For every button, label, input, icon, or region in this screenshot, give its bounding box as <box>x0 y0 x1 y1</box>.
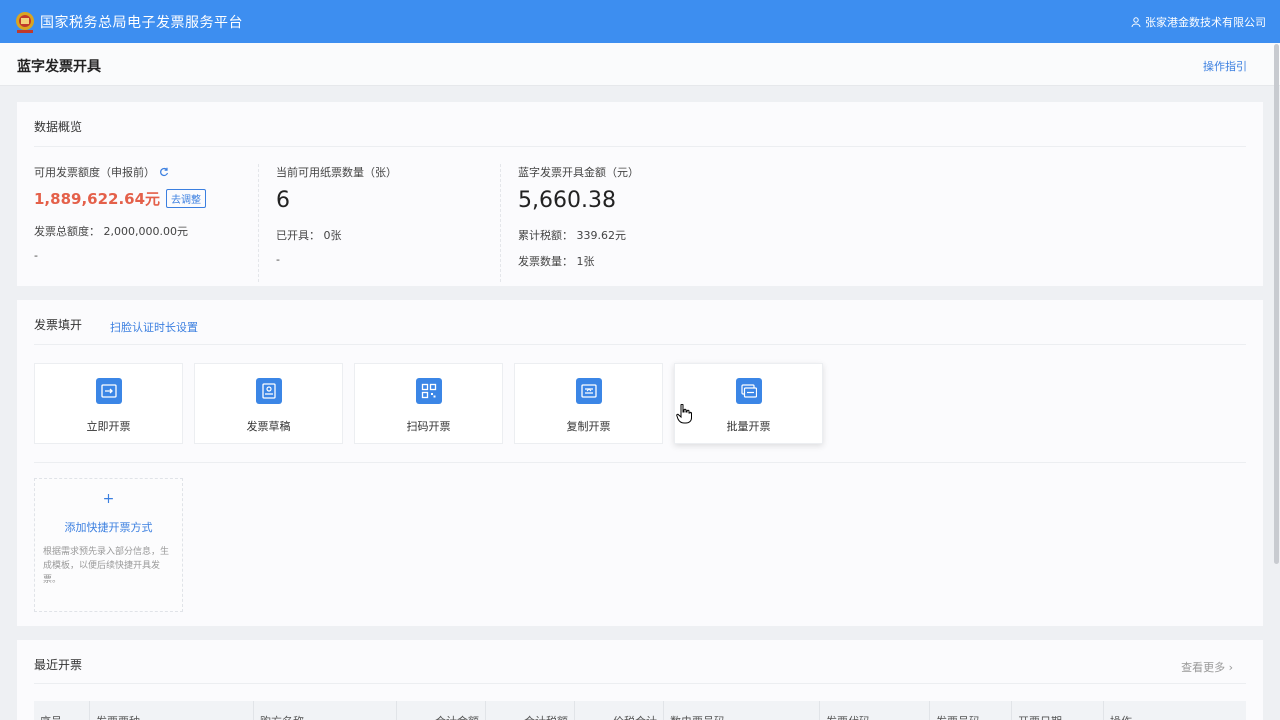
data-overview-card: 数据概览 可用发票额度（申报前） 1,889,622.64元 去调整 发票总额度… <box>17 102 1263 286</box>
chevron-right-icon: › <box>1228 661 1233 674</box>
column-header: 数电票号码 <box>664 701 820 720</box>
add-quick-issue-label: 添加快捷开票方式 <box>64 521 153 534</box>
hand-cursor-icon <box>676 403 692 427</box>
total-tax-text: 累计税额： 339.62元 <box>518 229 626 242</box>
tile-label: 发票草稿 <box>246 420 291 433</box>
stat-label: 当前可用纸票数量（张） <box>276 166 397 179</box>
divider <box>34 683 1246 684</box>
divider <box>500 164 501 282</box>
stat-label: 蓝字发票开具金额（元） <box>518 166 639 179</box>
blue-invoice-amount: 5,660.38 <box>518 188 616 213</box>
qrcode-icon <box>416 378 442 404</box>
view-more-link[interactable]: 查看更多 › <box>1181 659 1233 675</box>
tile-label: 复制开票 <box>566 420 611 433</box>
total-quota-text: 发票总额度： 2,000,000.00元 <box>34 225 188 238</box>
stat-label: 可用发票额度（申报前） <box>34 166 155 179</box>
refresh-icon[interactable] <box>159 167 169 177</box>
divider <box>34 462 1246 463</box>
invoice-filling-card: 发票填开 扫脸认证时长设置 立即开票 发票草稿 扫码开票 复制开票 批量开票 + <box>17 300 1263 626</box>
tile-batch-issue[interactable]: 批量开票 <box>674 363 823 444</box>
view-more-label: 查看更多 <box>1181 661 1226 674</box>
tile-copy-issue[interactable]: 复制开票 <box>514 363 663 444</box>
column-header: 操作 <box>1104 701 1246 720</box>
ticket-arrow-icon <box>96 378 122 404</box>
divider <box>34 344 1246 345</box>
add-quick-issue-description: 根据需求预先录入部分信息，生成模板，以便后续快捷开具发票。 <box>43 547 170 585</box>
draft-icon <box>256 378 282 404</box>
column-header: 价税合计 <box>575 701 664 720</box>
issued-count-text: 已开具： 0张 <box>276 229 342 242</box>
invoice-count-text: 发票数量： 1张 <box>518 255 595 268</box>
column-header: 购方名称 <box>254 701 397 720</box>
add-quick-issue-tile[interactable]: + 添加快捷开票方式 根据需求预先录入部分信息，生成模板，以便后续快捷开具发票。 <box>34 478 183 612</box>
tax-bureau-logo-icon <box>14 11 36 33</box>
tile-scan-issue[interactable]: 扫码开票 <box>354 363 503 444</box>
invoice-quota-stat: 可用发票额度（申报前） 1,889,622.64元 去调整 发票总额度： 2,0… <box>34 164 254 282</box>
user-menu[interactable]: 张家港金数技术有限公司 <box>1131 14 1266 30</box>
batch-ticket-icon <box>736 378 762 404</box>
adjust-button[interactable]: 去调整 <box>166 189 207 208</box>
page-title: 蓝字发票开具 <box>17 59 101 75</box>
available-quota-value: 1,889,622.64元 <box>34 190 161 208</box>
paper-invoice-count: 6 <box>276 188 290 213</box>
page-scrollbar[interactable] <box>1274 44 1279 564</box>
column-header: 发票票种 <box>90 701 254 720</box>
recent-table-header: 序号 发票票种 购方名称 合计金额 合计税额 价税合计 数电票号码 发票代码 发… <box>34 701 1246 720</box>
page-header: 蓝字发票开具 操作指引 <box>0 43 1280 86</box>
filling-title: 发票填开 <box>34 318 83 332</box>
overview-title: 数据概览 <box>34 120 83 134</box>
divider <box>258 164 259 282</box>
tile-issue-now[interactable]: 立即开票 <box>34 363 183 444</box>
app-title: 国家税务总局电子发票服务平台 <box>40 14 243 31</box>
tile-label: 批量开票 <box>726 420 771 433</box>
tile-invoice-draft[interactable]: 发票草稿 <box>194 363 343 444</box>
blue-invoice-amount-stat: 蓝字发票开具金额（元） 5,660.38 累计税额： 339.62元 发票数量：… <box>518 164 758 282</box>
column-header: 发票代码 <box>820 701 930 720</box>
operation-guide-link[interactable]: 操作指引 <box>1203 58 1247 74</box>
tile-label: 扫码开票 <box>406 420 451 433</box>
divider <box>34 146 1246 147</box>
user-name: 张家港金数技术有限公司 <box>1145 16 1266 29</box>
tile-label: 立即开票 <box>86 420 131 433</box>
face-auth-settings-link[interactable]: 扫脸认证时长设置 <box>110 319 198 335</box>
plus-icon: + <box>102 491 115 507</box>
column-header: 序号 <box>34 701 90 720</box>
stat-placeholder: - <box>276 253 280 266</box>
column-header: 合计金额 <box>397 701 486 720</box>
top-bar: 国家税务总局电子发票服务平台 张家港金数技术有限公司 <box>0 0 1280 43</box>
column-header: 合计税额 <box>486 701 575 720</box>
stat-placeholder: - <box>34 249 38 262</box>
recent-title: 最近开票 <box>34 658 83 672</box>
recent-invoices-card: 最近开票 查看更多 › 序号 发票票种 购方名称 合计金额 合计税额 价税合计 … <box>17 640 1263 720</box>
user-icon <box>1131 17 1141 27</box>
column-header: 开票日期 <box>1012 701 1104 720</box>
paper-invoice-stat: 当前可用纸票数量（张） 6 已开具： 0张 - <box>276 164 496 282</box>
column-header: 发票号码 <box>930 701 1012 720</box>
copy-ticket-icon <box>576 378 602 404</box>
